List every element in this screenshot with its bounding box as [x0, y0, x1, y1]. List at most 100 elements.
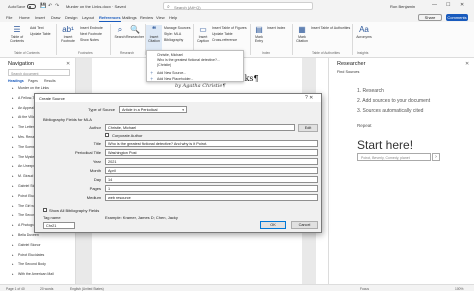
close-icon[interactable]: ✕ [465, 61, 469, 67]
expand-arrow-icon[interactable]: ▸ [12, 145, 14, 149]
mark-entry-button[interactable]: ▤ Mark Entry [253, 25, 265, 43]
year-field[interactable]: 2021 [105, 158, 318, 165]
day-field[interactable]: 14 [105, 176, 318, 183]
document-subheading[interactable]: by Agatha Christie¶ [175, 83, 226, 89]
table-of-contents-button[interactable]: ☰ Table of Contents [6, 25, 28, 43]
expand-arrow-icon[interactable]: ▸ [12, 194, 14, 198]
update-table-button[interactable]: Update Table [30, 32, 51, 36]
document-title[interactable]: Murder on the Links.docx · Saved [66, 4, 126, 9]
title-field[interactable]: Who is the greatest fictional detective?… [105, 140, 318, 147]
expand-arrow-icon[interactable]: ▸ [12, 155, 14, 159]
corporate-author-checkbox[interactable] [105, 133, 109, 137]
minimize-button[interactable]: — [432, 2, 437, 8]
researcher-search-button[interactable]: › [432, 153, 440, 161]
add-text-button[interactable]: Add Text [30, 26, 44, 30]
manage-sources-button[interactable]: Manage Sources [164, 26, 190, 30]
language-indicator[interactable]: English (United States) [70, 287, 104, 291]
title-search-box[interactable]: ⌕ Search (Alt+Q) [163, 2, 313, 10]
citation-menu-source-author[interactable]: Christie, Michael [157, 53, 183, 57]
expand-arrow-icon[interactable]: ▸ [12, 96, 14, 100]
medium-field[interactable]: web resource [105, 194, 318, 201]
expand-arrow-icon[interactable]: ▸ [12, 125, 14, 129]
acronyms-button[interactable]: Aa Acronyms [356, 25, 372, 39]
insert-toa-button[interactable]: Insert Table of Authorities [311, 26, 350, 30]
expand-arrow-icon[interactable]: ▸ [12, 164, 14, 168]
add-new-placeholder-item[interactable]: Add New Placeholder... [157, 77, 193, 81]
citation-menu-source-tag[interactable]: (Christie) [157, 63, 171, 67]
expand-arrow-icon[interactable]: ▸ [12, 243, 14, 247]
update-table-figures-button[interactable]: Update Table [212, 32, 233, 36]
style-dropdown[interactable]: MLA [174, 32, 181, 36]
nav-tab-results[interactable]: Results [44, 79, 56, 83]
expand-arrow-icon[interactable]: ▸ [12, 184, 14, 188]
next-footnote-button[interactable]: Next Footnote [80, 32, 102, 36]
researcher-button[interactable]: 🔍 Researcher [126, 25, 144, 39]
expand-arrow-icon[interactable]: ▸ [12, 86, 14, 90]
tab-view[interactable]: View [156, 15, 165, 20]
expand-arrow-icon[interactable]: ▸ [12, 115, 14, 119]
navigation-heading-item[interactable]: Poirot Elucidates [18, 253, 74, 257]
show-all-fields-checkbox[interactable] [43, 208, 47, 212]
bibliography-button[interactable]: Bibliography [164, 38, 183, 42]
undo-icon[interactable]: ↶ [48, 3, 52, 9]
navigation-heading-item[interactable]: With the American Mail [18, 272, 74, 276]
zoom-level[interactable]: 100% [455, 287, 463, 291]
periodical-title-field[interactable]: Washington Post [105, 149, 318, 156]
cross-reference-button[interactable]: Cross-reference [212, 38, 237, 42]
expand-arrow-icon[interactable]: ▸ [12, 253, 14, 257]
type-of-source-select[interactable]: Article in a Periodical ▾ [119, 106, 187, 113]
tab-layout[interactable]: Layout [82, 15, 94, 20]
close-icon[interactable]: ✕ [66, 61, 70, 67]
tab-help[interactable]: Help [169, 15, 177, 20]
search-button[interactable]: ⌕ Search [114, 25, 126, 39]
share-button[interactable]: Share [418, 14, 442, 21]
nav-tab-headings[interactable]: Headings [8, 79, 24, 83]
expand-arrow-icon[interactable]: ▸ [12, 213, 14, 217]
expand-arrow-icon[interactable]: ▸ [12, 272, 14, 276]
autosave-toggle[interactable] [27, 4, 36, 9]
tab-draw[interactable]: Draw [51, 15, 60, 20]
tab-review[interactable]: Review [140, 15, 153, 20]
expand-arrow-icon[interactable]: ▸ [12, 223, 14, 227]
tab-references[interactable]: References [99, 15, 121, 22]
tab-file[interactable]: File [6, 15, 12, 20]
navigation-search-input[interactable]: Search document [8, 69, 70, 76]
page-count[interactable]: Page 1 of 40 [6, 287, 25, 291]
user-name[interactable]: Ron Benjamin [390, 4, 415, 9]
cancel-button[interactable]: Cancel [291, 221, 318, 229]
expand-arrow-icon[interactable]: ▸ [12, 135, 14, 139]
tab-mailings[interactable]: Mailings [122, 15, 137, 20]
edit-author-button[interactable]: Edit [298, 124, 318, 132]
month-field[interactable]: April [105, 167, 318, 174]
nav-tab-pages[interactable]: Pages [28, 79, 38, 83]
insert-footnote-button[interactable]: ab¹ Insert Footnote [60, 25, 76, 43]
navigation-heading-item[interactable]: Bella Duveen [18, 233, 74, 237]
author-field[interactable]: Christie, Michael [105, 124, 295, 131]
expand-arrow-icon[interactable]: ▸ [12, 204, 14, 208]
insert-table-of-figures-button[interactable]: Insert Table of Figures [212, 26, 247, 30]
expand-arrow-icon[interactable]: ▸ [12, 233, 14, 237]
tab-home[interactable]: Home [19, 15, 30, 20]
insert-citation-button[interactable]: ❝ Insert Citation [146, 25, 162, 50]
focus-button[interactable]: Focus [360, 287, 369, 291]
expand-arrow-icon[interactable]: ▸ [12, 262, 14, 266]
insert-index-button[interactable]: Insert Index [267, 26, 285, 30]
comments-button[interactable]: Comments [446, 14, 468, 21]
citation-menu-source-title[interactable]: Who is the greatest fictional detective?… [157, 58, 220, 62]
maximize-button[interactable]: ☐ [446, 2, 450, 8]
mark-citation-button[interactable]: ▦ Mark Citation [295, 25, 309, 43]
save-icon[interactable]: 💾 [40, 3, 46, 9]
pages-field[interactable]: 1 [105, 185, 318, 192]
dialog-close-button[interactable]: ? ✕ [305, 95, 313, 101]
redo-icon[interactable]: ↷ [55, 3, 59, 9]
insert-endnote-button[interactable]: Insert Endnote [80, 26, 103, 30]
close-window-button[interactable]: ✕ [460, 2, 464, 8]
navigation-heading-item[interactable]: Gabriel Stonor [18, 243, 74, 247]
tag-name-field[interactable]: Chr21 [43, 222, 75, 229]
researcher-search-input[interactable]: Poirot, Beverly, Comedy, planet [357, 153, 431, 161]
add-new-source-item[interactable]: Add New Source... [157, 71, 186, 75]
navigation-heading-item[interactable]: Murder on the Links [18, 86, 74, 90]
tab-design[interactable]: Design [65, 15, 77, 20]
insert-caption-button[interactable]: ▭ Insert Caption [196, 25, 210, 43]
expand-arrow-icon[interactable]: ▸ [12, 106, 14, 110]
